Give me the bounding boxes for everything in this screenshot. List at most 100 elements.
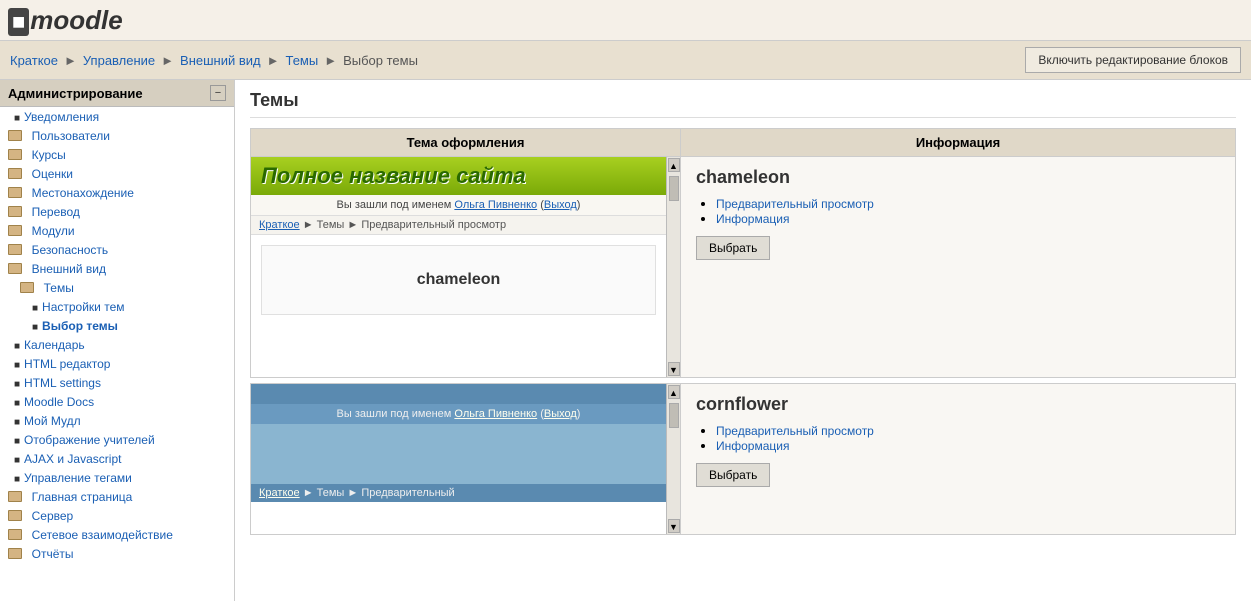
chameleon-info-cell: chameleon Предварительный просмотр Инфор… [681,157,1236,378]
folder-icon [8,510,22,521]
sidebar-item-translate[interactable]: Перевод [0,202,234,221]
chameleon-bc-themes: Темы [317,219,345,231]
chameleon-login-text: Вы зашли под именем [337,199,452,211]
cornflower-user-link[interactable]: Ольга Пивненко [454,408,537,420]
sidebar-item-grades[interactable]: Оценки [0,164,234,183]
sidebar-item-server[interactable]: Сервер [0,506,234,525]
bullet-icon: ■ [14,417,20,428]
cornflower-bc-sep: ► [303,487,317,499]
folder-open-icon [20,282,34,293]
bullet-icon: ■ [14,113,20,124]
chameleon-bc-sep2: ► [347,219,361,231]
sidebar-item-notifications[interactable]: ■Уведомления [0,107,234,126]
sidebar-item-theme-select[interactable]: ■Выбор темы [0,316,234,335]
sidebar-item-html-settings[interactable]: ■HTML settings [0,373,234,392]
breadcrumb-manage[interactable]: Управление [83,53,155,68]
chameleon-logout-link[interactable]: Выход [544,199,577,211]
bullet-icon: ■ [14,436,20,447]
cornflower-info-cell: cornflower Предварительный просмотр Инфо… [681,384,1236,535]
folder-icon [8,529,22,540]
bullet-icon: ■ [14,474,20,485]
col-info: Информация [681,129,1236,157]
chameleon-select-button[interactable]: Выбрать [696,236,770,260]
sidebar-item-themes[interactable]: Темы [0,278,234,297]
chameleon-theme-name: chameleon [261,245,656,315]
breadcrumb-current: Выбор темы [343,53,418,68]
sep4: ► [324,53,337,68]
cornflower-login-text: Вы зашли под именем [337,408,452,420]
breadcrumb-themes[interactable]: Темы [285,53,318,68]
scroll-down-btn[interactable]: ▼ [668,362,680,376]
chameleon-bc-preview: Предварительный просмотр [361,219,506,231]
chameleon-user-link[interactable]: Ольга Пивненко [454,199,537,211]
sidebar-item-teachers[interactable]: ■Отображение учителей [0,430,234,449]
chameleon-bc-link[interactable]: Краткое [259,219,300,231]
sep2: ► [161,53,174,68]
scroll-up-btn[interactable]: ▲ [668,385,680,399]
sidebar-item-reports[interactable]: Отчёты [0,544,234,563]
theme-row-cornflower: Вы зашли под именем Ольга Пивненко (Выхо… [251,384,1236,535]
cornflower-logout-link[interactable]: Выход [544,408,577,420]
logo: ■moodle [8,4,123,36]
scroll-down-btn[interactable]: ▼ [668,519,680,533]
chameleon-title: Полное название сайта [261,163,656,189]
edit-blocks-button[interactable]: Включить редактирование блоков [1025,47,1241,73]
bullet-icon: ■ [14,379,20,390]
chameleon-links: Предварительный просмотр Информация [696,196,1220,226]
col-preview: Тема оформления [251,129,681,157]
sidebar-item-moodle-docs[interactable]: ■Moodle Docs [0,392,234,411]
sidebar-item-theme-settings[interactable]: ■Настройки тем [0,297,234,316]
breadcrumb-home[interactable]: Краткое [10,53,58,68]
sidebar-item-networking[interactable]: Сетевое взаимодействие [0,525,234,544]
cornflower-link-info[interactable]: Информация [716,438,1220,453]
sidebar-item-calendar[interactable]: ■Календарь [0,335,234,354]
cornflower-select-button[interactable]: Выбрать [696,463,770,487]
folder-open-icon [8,263,22,274]
page-title: Темы [250,90,1236,118]
scroll-thumb [669,403,679,428]
breadcrumb: Краткое ► Управление ► Внешний вид ► Тем… [10,53,418,68]
chameleon-preview-cell: Полное название сайта Вы зашли под имене… [251,157,681,378]
folder-icon [8,491,22,502]
chameleon-link-info[interactable]: Информация [716,211,1220,226]
chameleon-bc-sep1: ► [303,219,317,231]
sidebar-item-courses[interactable]: Курсы [0,145,234,164]
sidebar-item-frontpage[interactable]: Главная страница [0,487,234,506]
bullet-icon: ■ [32,322,38,333]
sep3: ► [267,53,280,68]
bullet-icon: ■ [14,398,20,409]
folder-icon [8,244,22,255]
sidebar-header: Администрирование − [0,80,234,107]
bullet-icon: ■ [14,341,20,352]
folder-icon [8,206,22,217]
scroll-up-btn[interactable]: ▲ [668,158,680,172]
chameleon-scrollbar: ▲ ▼ [666,157,680,377]
sidebar-collapse-button[interactable]: − [210,85,226,101]
sidebar-item-ajax[interactable]: ■AJAX и Javascript [0,449,234,468]
folder-icon [8,168,22,179]
main-layout: Администрирование − ■Уведомления Пользов… [0,80,1251,601]
sidebar-item-appearance[interactable]: Внешний вид [0,259,234,278]
bullet-icon: ■ [14,360,20,371]
cornflower-bc-link[interactable]: Краткое [259,487,300,499]
folder-icon [8,149,22,160]
breadcrumb-appearance[interactable]: Внешний вид [180,53,261,68]
sidebar-item-html-editor[interactable]: ■HTML редактор [0,354,234,373]
chameleon-link-preview[interactable]: Предварительный просмотр [716,196,1220,211]
sidebar-item-security[interactable]: Безопасность [0,240,234,259]
themes-table: Тема оформления Информация Полное назван… [250,128,1236,535]
folder-icon [8,187,22,198]
content: Темы Тема оформления Информация Полное н… [235,80,1251,601]
sidebar-item-my-moodle[interactable]: ■Мой Мудл [0,411,234,430]
sep1: ► [64,53,77,68]
folder-icon [8,548,22,559]
cornflower-links: Предварительный просмотр Информация [696,423,1220,453]
sidebar: Администрирование − ■Уведомления Пользов… [0,80,235,601]
header: ■moodle [0,0,1251,41]
cornflower-link-preview[interactable]: Предварительный просмотр [716,423,1220,438]
sidebar-item-tags[interactable]: ■Управление тегами [0,468,234,487]
scroll-thumb [669,176,679,201]
sidebar-item-modules[interactable]: Модули [0,221,234,240]
sidebar-item-location[interactable]: Местонахождение [0,183,234,202]
sidebar-item-users[interactable]: Пользователи [0,126,234,145]
